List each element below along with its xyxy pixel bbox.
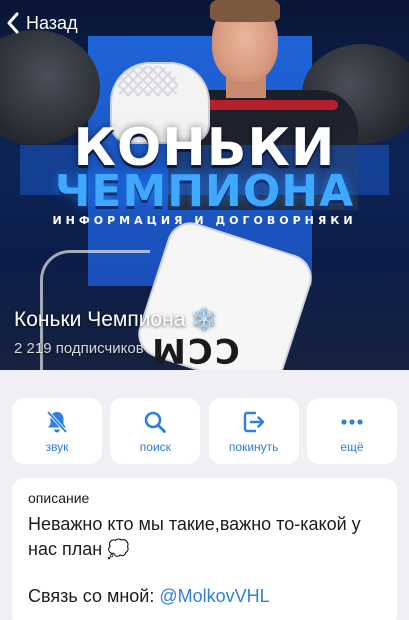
description-text: Неважно кто мы такие,важно то-какой у на… bbox=[28, 514, 361, 559]
glove-mesh bbox=[118, 66, 178, 96]
snowflake-icon: ❄️ bbox=[191, 308, 218, 331]
subscriber-count: 2 219 подписчиков bbox=[14, 340, 144, 357]
leave-button[interactable]: покинуть bbox=[208, 398, 299, 464]
more-button[interactable]: ещё bbox=[306, 398, 397, 464]
more-label: ещё bbox=[340, 439, 364, 454]
search-icon bbox=[145, 411, 167, 433]
search-button[interactable]: поиск bbox=[110, 398, 201, 464]
mute-label: звук bbox=[45, 439, 69, 454]
back-button[interactable]: Назад bbox=[6, 12, 78, 34]
pad-brand-logo: CCM bbox=[150, 330, 240, 370]
cover-title-line2: ЧЕМПИОНА bbox=[54, 166, 355, 217]
player-hair bbox=[210, 0, 280, 22]
contact-line: Связь со мной: @MolkovVHL bbox=[28, 586, 381, 607]
cover-subtitle: ИНФОРМАЦИЯ И ДОГОВОРНЯКИ bbox=[52, 214, 357, 227]
description-card: описание Неважно кто мы такие,важно то-к… bbox=[12, 478, 397, 620]
bell-mute-icon bbox=[46, 410, 68, 433]
back-label: Назад bbox=[26, 12, 78, 33]
leave-icon bbox=[243, 411, 264, 432]
action-bar: звук поиск покинуть ещё bbox=[12, 398, 397, 464]
mute-button[interactable]: звук bbox=[12, 398, 102, 464]
contact-prefix: Связь со мной: bbox=[28, 586, 160, 606]
chevron-left-icon bbox=[7, 12, 19, 34]
search-label: поиск bbox=[139, 439, 171, 454]
more-icon bbox=[341, 418, 363, 425]
channel-name-text: Коньки Чемпиона bbox=[14, 308, 186, 331]
leave-label: покинуть bbox=[228, 439, 279, 454]
channel-cover: CCM КОНЬКИ ЧЕМПИОНА ИНФОРМАЦИЯ И ДОГОВОР… bbox=[0, 0, 409, 370]
jersey-stripe bbox=[188, 100, 338, 110]
contact-link[interactable]: @MolkovVHL bbox=[159, 586, 269, 606]
description-header: описание bbox=[28, 490, 90, 506]
channel-name: Коньки Чемпиона ❄️ bbox=[14, 308, 218, 332]
